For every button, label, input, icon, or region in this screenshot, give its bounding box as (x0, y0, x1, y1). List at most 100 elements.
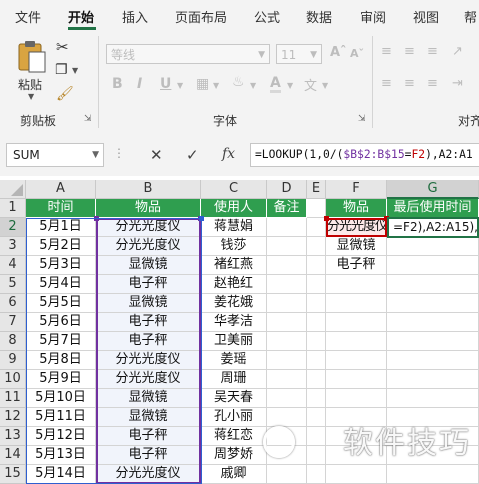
range-handle[interactable] (199, 216, 204, 221)
font-name-combo[interactable]: 等线 ▼ (106, 44, 270, 64)
align-right-icon[interactable]: ≡ (427, 76, 438, 91)
cell-e[interactable] (307, 370, 326, 389)
cell-f[interactable] (326, 389, 387, 408)
copy-dropdown-icon[interactable]: ▼ (72, 66, 78, 75)
bold-button[interactable]: B (112, 76, 123, 92)
shrink-font-icon[interactable]: Aˇ (350, 47, 364, 60)
lookup-item-cell[interactable] (326, 275, 387, 294)
row-header[interactable]: 4 (0, 256, 26, 275)
fill-color-icon[interactable]: ♨ (232, 74, 245, 90)
table-cell-note[interactable] (267, 389, 307, 408)
cell-e[interactable] (307, 389, 326, 408)
table-cell-item[interactable]: 分光光度仪 (96, 351, 201, 370)
row-header[interactable]: 9 (0, 351, 26, 370)
formula-input[interactable]: =LOOKUP(1,0/($B$2:B$15=F2),A2:A1 (250, 143, 479, 167)
cell-e[interactable] (307, 294, 326, 313)
table-cell-note[interactable] (267, 351, 307, 370)
cell-e[interactable] (307, 332, 326, 351)
table-cell-user[interactable]: 吴天春 (201, 389, 267, 408)
cell-g[interactable] (387, 370, 479, 389)
align-center-icon[interactable]: ≡ (404, 76, 415, 91)
borders-dropdown-icon[interactable]: ▼ (213, 81, 219, 90)
dialog-launcher-icon[interactable]: ⇲ (84, 114, 92, 124)
table-header-user[interactable]: 使用人 (201, 199, 267, 218)
table-cell-note[interactable] (267, 294, 307, 313)
column-header-g[interactable]: G (387, 180, 479, 199)
table-cell-date[interactable]: 5月1日 (26, 218, 96, 237)
tab-review[interactable]: 审阅 (360, 7, 386, 26)
table-cell-item[interactable]: 分光光度仪 (96, 218, 201, 237)
italic-button[interactable]: I (137, 76, 142, 92)
format-painter-icon[interactable]: 🖌 (56, 86, 74, 102)
table-cell-date[interactable]: 5月8日 (26, 351, 96, 370)
table-cell-item[interactable]: 显微镜 (96, 294, 201, 313)
cell-e[interactable] (307, 446, 326, 465)
table-header-note[interactable]: 备注 (267, 199, 307, 218)
column-header-e[interactable]: E (307, 180, 326, 199)
grow-font-icon[interactable]: Aˆ (330, 45, 347, 60)
lookup-result-cell[interactable] (387, 237, 479, 256)
orientation-icon[interactable]: ↗ (452, 44, 463, 59)
lookup-item-cell[interactable] (326, 294, 387, 313)
row-header[interactable]: 13 (0, 427, 26, 446)
tab-insert[interactable]: 插入 (122, 7, 148, 26)
align-bottom-icon[interactable]: ≡ (427, 44, 438, 59)
table-cell-item[interactable]: 电子秤 (96, 332, 201, 351)
worksheet-grid[interactable]: A B C D E F G 1 2 3 4 5 6 7 8 9 10 11 12… (0, 180, 479, 484)
table-cell-item[interactable]: 显微镜 (96, 408, 201, 427)
row-header[interactable]: 3 (0, 237, 26, 256)
lookup-item-cell[interactable]: 显微镜 (326, 237, 387, 256)
table-cell-note[interactable] (267, 256, 307, 275)
table-cell-user[interactable]: 赵艳红 (201, 275, 267, 294)
cell-e[interactable] (307, 275, 326, 294)
table-cell-user[interactable]: 周珊 (201, 370, 267, 389)
table-cell-date[interactable]: 5月2日 (26, 237, 96, 256)
underline-dropdown-icon[interactable]: ▼ (177, 81, 183, 90)
copy-icon[interactable]: ❐ (55, 62, 68, 78)
table-cell-user[interactable]: 华孝洁 (201, 313, 267, 332)
cancel-icon[interactable]: ✕ (150, 146, 163, 164)
lookup-result-cell[interactable] (387, 313, 479, 332)
table-cell-user[interactable]: 周梦娇 (201, 446, 267, 465)
row-header[interactable]: 2 (0, 218, 26, 237)
table-cell-user[interactable]: 姜瑶 (201, 351, 267, 370)
table-cell-date[interactable]: 5月4日 (26, 275, 96, 294)
range-handle[interactable] (94, 216, 99, 221)
more-options-icon[interactable]: ⋮ (113, 146, 125, 160)
table-cell-item[interactable]: 电子秤 (96, 446, 201, 465)
underline-button[interactable]: U (160, 76, 171, 92)
table-cell-user[interactable]: 戚卿 (201, 465, 267, 484)
lookup-item-cell[interactable]: 电子秤 (326, 256, 387, 275)
table-cell-date[interactable]: 5月14日 (26, 465, 96, 484)
lookup-header-last-time[interactable]: 最后使用时间 (387, 199, 479, 218)
paste-button[interactable] (16, 40, 48, 74)
row-header[interactable]: 12 (0, 408, 26, 427)
tab-formulas[interactable]: 公式 (254, 7, 280, 26)
lookup-item-cell[interactable] (326, 313, 387, 332)
cell-e[interactable] (307, 408, 326, 427)
cell-e[interactable] (307, 427, 326, 446)
lookup-result-cell[interactable] (387, 294, 479, 313)
table-cell-note[interactable] (267, 370, 307, 389)
row-header[interactable]: 6 (0, 294, 26, 313)
select-all-corner[interactable] (0, 180, 26, 199)
table-cell-user[interactable]: 褚红燕 (201, 256, 267, 275)
table-cell-note[interactable] (267, 313, 307, 332)
tab-view[interactable]: 视图 (413, 7, 439, 26)
column-header-b[interactable]: B (96, 180, 201, 199)
lookup-result-cell[interactable] (387, 332, 479, 351)
row-header[interactable]: 10 (0, 370, 26, 389)
table-cell-item[interactable]: 电子秤 (96, 275, 201, 294)
name-box[interactable]: SUM ▼ (6, 143, 104, 167)
column-header-f[interactable]: F (326, 180, 387, 199)
phonetic-icon[interactable]: 文 (304, 75, 317, 94)
cell-g[interactable] (387, 389, 479, 408)
row-header[interactable]: 5 (0, 275, 26, 294)
cut-icon[interactable]: ✂ (56, 38, 69, 56)
table-cell-user[interactable]: 孔小丽 (201, 408, 267, 427)
tab-page-layout[interactable]: 页面布局 (175, 7, 227, 26)
table-cell-user[interactable]: 钱莎 (201, 237, 267, 256)
column-header-c[interactable]: C (201, 180, 267, 199)
cell-e[interactable] (307, 465, 326, 484)
indent-icon[interactable]: ⇥ (452, 76, 463, 91)
